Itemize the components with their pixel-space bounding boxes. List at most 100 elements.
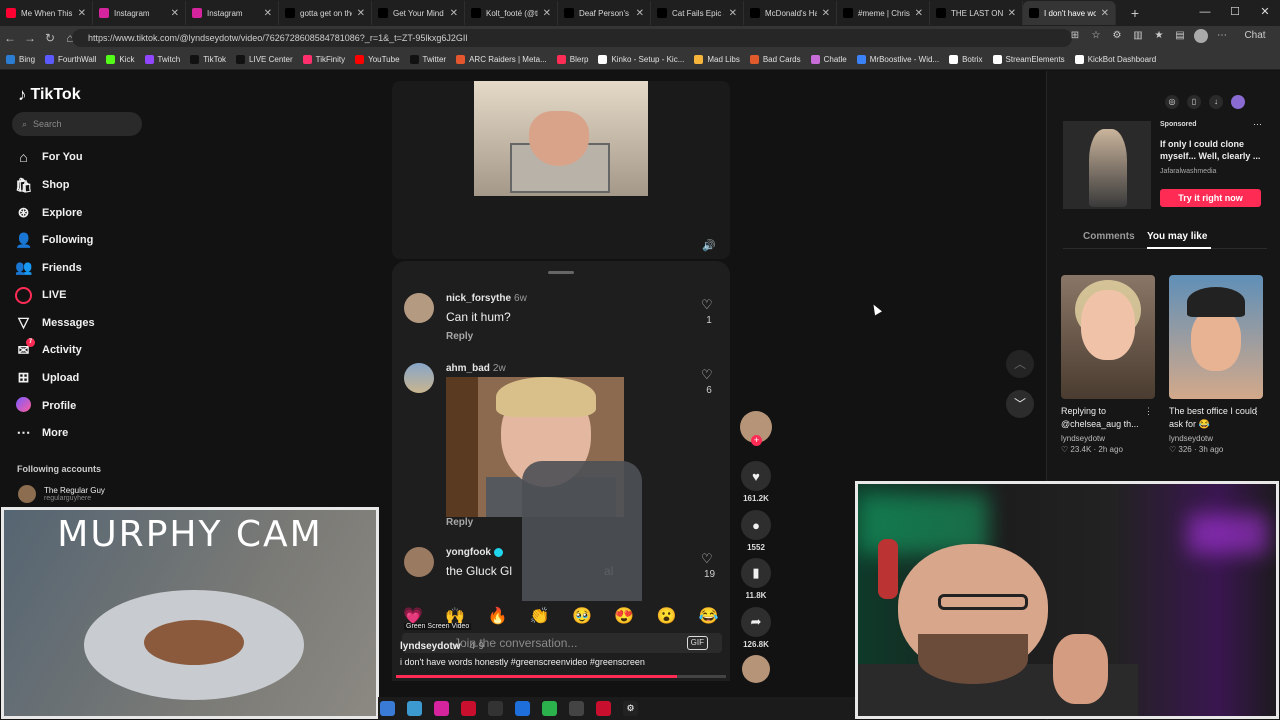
taskbar-app-icon[interactable]: [434, 701, 449, 716]
suggested-handle[interactable]: lyndseydotw: [1169, 434, 1263, 443]
close-icon[interactable]: ✕: [78, 8, 86, 19]
taskbar-app-icon[interactable]: [596, 701, 611, 716]
browser-tab[interactable]: Deaf Person's M ✕: [558, 1, 651, 25]
tab-you-may-like[interactable]: You may like: [1147, 231, 1207, 242]
avatar[interactable]: [404, 547, 434, 577]
tab-comments[interactable]: Comments: [1083, 231, 1135, 242]
like-button[interactable]: ♥ 161.2K: [738, 461, 774, 503]
video-progress-bar[interactable]: [396, 675, 726, 678]
browser-tab[interactable]: Kolt_footé (@the ✕: [465, 1, 558, 25]
bookmark-item[interactable]: Twitch: [144, 55, 180, 64]
search-input[interactable]: ⌕ Search: [12, 112, 142, 136]
sidebar-item-live[interactable]: LIVE: [15, 286, 66, 304]
browser-tab[interactable]: #meme | Chris Fa ✕: [837, 1, 930, 25]
bookmark-item[interactable]: MrBoostlive - Wid...: [856, 55, 939, 64]
close-window-icon[interactable]: ✕: [1250, 0, 1280, 26]
favorites-icon[interactable]: ★: [1152, 29, 1166, 43]
sponsored-card[interactable]: Sponsored ⋯ If only I could clone myself…: [1063, 119, 1267, 213]
emoji-button[interactable]: 😍: [614, 606, 634, 626]
close-icon[interactable]: ✕: [1008, 8, 1016, 19]
sidebar-item-upload[interactable]: ⊞ Upload: [15, 369, 80, 386]
browser-tab[interactable]: Instagram ✕: [186, 1, 279, 25]
sidebar-item-shop[interactable]: 🛍 Shop: [15, 177, 70, 194]
back-icon[interactable]: ←: [0, 31, 20, 45]
browser-tab[interactable]: Cat Fails Epic Jun ✕: [651, 1, 744, 25]
taskbar-app-icon[interactable]: [380, 701, 395, 716]
bookmark-item[interactable]: Twitter: [409, 55, 446, 64]
taskbar-app-icon[interactable]: [461, 701, 476, 716]
gif-button[interactable]: GIF: [686, 636, 708, 650]
browser-tab[interactable]: McDonald's Hap ✕: [744, 1, 837, 25]
browser-tab[interactable]: gotta get on the ✕: [279, 1, 372, 25]
creator-avatar-button[interactable]: +: [738, 411, 774, 446]
close-icon[interactable]: ✕: [357, 8, 365, 19]
close-icon[interactable]: ✕: [915, 8, 923, 19]
forward-icon[interactable]: →: [20, 31, 40, 45]
sidebar-item-following[interactable]: 👤 Following: [15, 232, 93, 249]
reply-button[interactable]: Reply: [446, 517, 473, 528]
bookmark-item[interactable]: KickBot Dashboard: [1074, 55, 1156, 64]
maximize-icon[interactable]: ☐: [1220, 0, 1250, 26]
video-thumbnail[interactable]: [1169, 275, 1263, 399]
close-icon[interactable]: ✕: [450, 8, 458, 19]
avatar[interactable]: [404, 293, 434, 323]
sidebar-item-messages[interactable]: ▽ Messages: [15, 314, 94, 331]
bookmark-item[interactable]: Kick: [106, 55, 135, 64]
reply-button[interactable]: Reply: [446, 331, 473, 342]
close-icon[interactable]: ✕: [1101, 8, 1109, 19]
sidebar-item-friends[interactable]: 👥 Friends: [15, 259, 82, 276]
extensions-icon[interactable]: ⚙: [1110, 29, 1124, 43]
follow-plus-icon[interactable]: +: [751, 435, 762, 446]
emoji-button[interactable]: 😮: [657, 606, 677, 626]
taskbar-app-icon[interactable]: [569, 701, 584, 716]
suggested-handle[interactable]: lyndseydotw: [1061, 434, 1155, 443]
tiktok-logo[interactable]: ♪ TikTok: [18, 85, 81, 105]
close-icon[interactable]: ✕: [729, 8, 737, 19]
emoji-button[interactable]: 👏: [530, 606, 550, 626]
sponsored-thumbnail[interactable]: [1063, 121, 1151, 209]
browser-tab[interactable]: I don't have wor ✕: [1023, 1, 1116, 25]
coins-icon[interactable]: ◎: [1165, 95, 1179, 109]
chevron-up-icon[interactable]: ︿: [1006, 350, 1034, 378]
app-icon[interactable]: ⊞: [1068, 29, 1082, 43]
browser-tab[interactable]: Me When This Sc ✕: [0, 1, 93, 25]
sponsored-handle[interactable]: Jafaralwashmedia: [1160, 168, 1216, 175]
bookmark-item[interactable]: Mad Libs: [694, 55, 740, 64]
taskbar-app-icon[interactable]: [407, 701, 422, 716]
save-button[interactable]: ▮ 11.8K: [738, 558, 774, 600]
author-handle[interactable]: lyndseydotw: [400, 641, 461, 652]
close-icon[interactable]: ✕: [543, 8, 551, 19]
video-thumbnail[interactable]: [1061, 275, 1155, 399]
close-icon[interactable]: ✕: [264, 8, 272, 19]
suggested-video-card[interactable]: Replying to @chelsea_aug th... lyndseydo…: [1061, 275, 1155, 454]
menu-icon[interactable]: ⋯: [1215, 29, 1229, 43]
sidebar-item-activity[interactable]: ✉ 7 Activity: [15, 337, 82, 359]
minimize-icon[interactable]: —: [1190, 0, 1220, 26]
sidebar-item-more[interactable]: ⋯ More: [15, 424, 69, 441]
bookmark-item[interactable]: Bing: [6, 55, 35, 64]
bookmark-item[interactable]: StreamElements: [992, 55, 1065, 64]
green-screen-tag[interactable]: Green Screen Video: [404, 623, 472, 630]
chevron-down-icon[interactable]: ﹀: [1006, 390, 1034, 418]
bookmark-item[interactable]: Botrix: [949, 55, 983, 64]
browser-tab[interactable]: THE LAST ONE 😭 ✕: [930, 1, 1023, 25]
bookmark-item[interactable]: ARC Raiders | Meta...: [456, 55, 547, 64]
gear-icon[interactable]: ⚙: [623, 701, 638, 716]
bookmark-item[interactable]: FourthWall: [45, 55, 96, 64]
bookmark-item[interactable]: TikTok: [190, 55, 226, 64]
download-icon[interactable]: ↓: [1209, 95, 1223, 109]
collections-icon[interactable]: ▤: [1173, 29, 1187, 43]
comment-username[interactable]: yongfook: [446, 547, 491, 558]
sidebar-item-for-you[interactable]: ⌂ For You: [15, 149, 82, 165]
bookmark-item[interactable]: TikFinity: [302, 55, 345, 64]
more-icon[interactable]: ⋮: [1252, 406, 1261, 417]
sidebar-item-explore[interactable]: ⊛ Explore: [15, 204, 83, 221]
taskbar-app-icon[interactable]: [542, 701, 557, 716]
following-account-item[interactable]: The Regular Guy regularguyhere: [18, 485, 105, 503]
heart-icon[interactable]: ♡: [701, 297, 713, 313]
emoji-button[interactable]: 🔥: [488, 606, 508, 626]
close-icon[interactable]: ✕: [636, 8, 644, 19]
emoji-button[interactable]: 🥹: [572, 606, 592, 626]
video-player[interactable]: 🔊: [392, 81, 730, 259]
taskbar-app-icon[interactable]: [488, 701, 503, 716]
